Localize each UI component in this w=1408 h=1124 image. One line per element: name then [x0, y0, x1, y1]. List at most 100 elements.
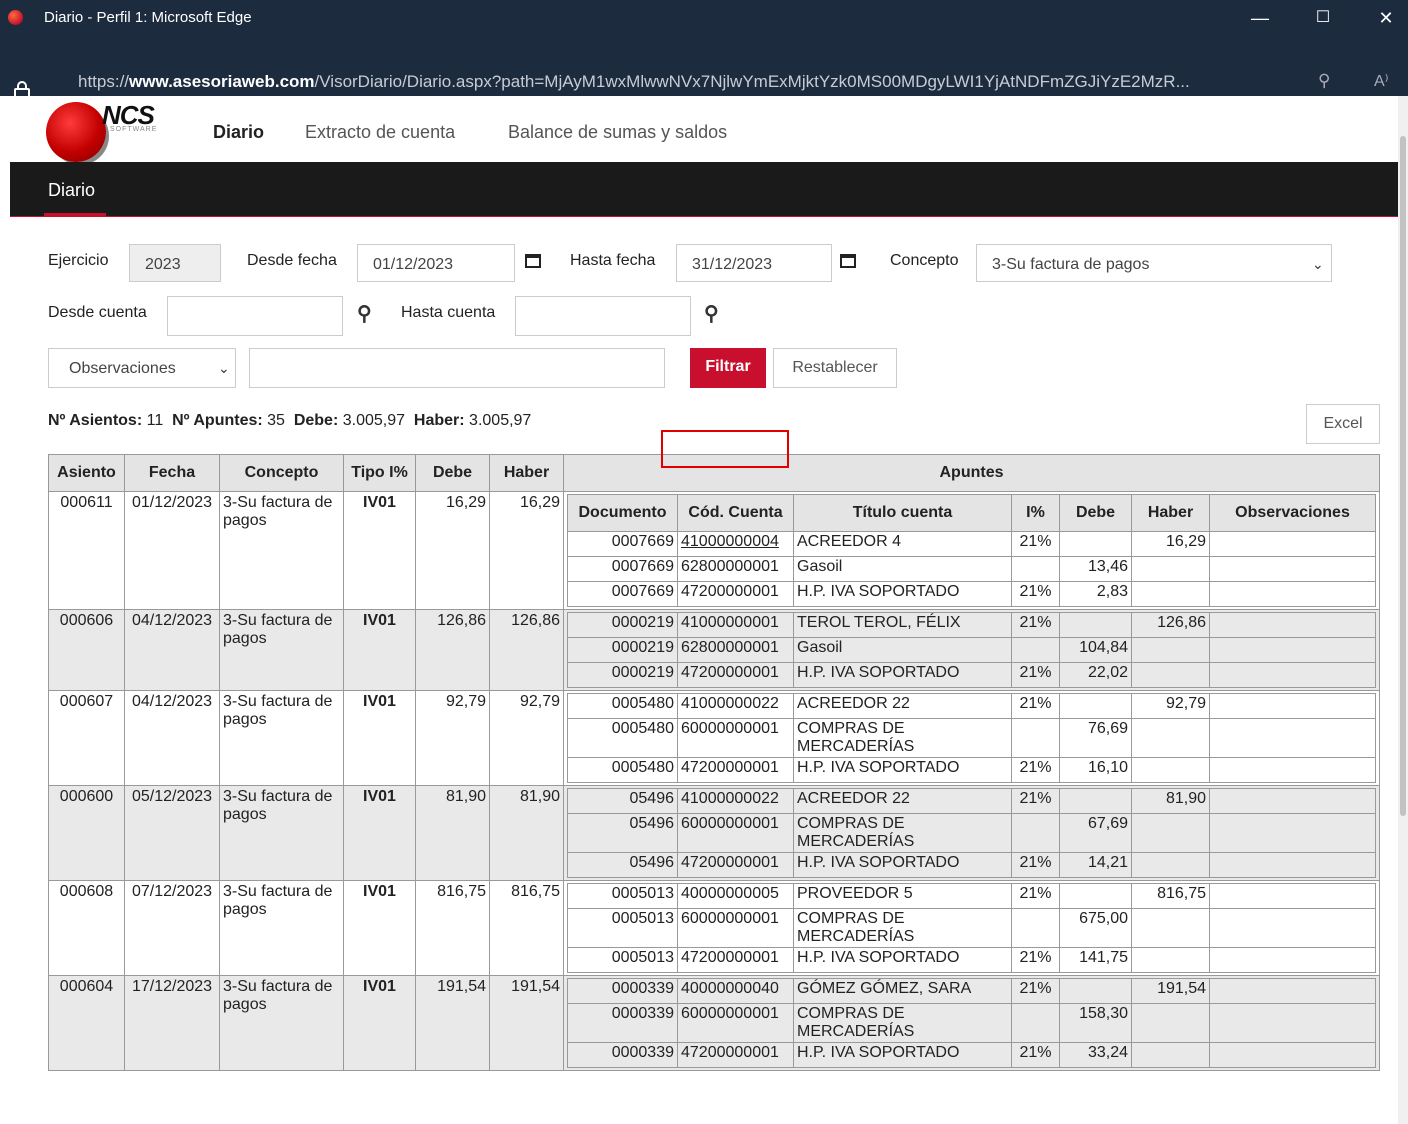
- apunte-cuenta[interactable]: 60000000001: [677, 813, 794, 853]
- close-button[interactable]: ✕: [1366, 4, 1406, 32]
- apunte-titulo: H.P. IVA SOPORTADO: [793, 852, 1012, 878]
- read-aloud-icon[interactable]: A⁾: [1374, 71, 1389, 91]
- excel-button[interactable]: Excel: [1306, 404, 1380, 444]
- apunte-haber: [1131, 757, 1210, 783]
- apunte-cuenta[interactable]: 47200000001: [677, 1042, 794, 1068]
- calendar-icon[interactable]: [525, 254, 541, 268]
- apuntes-header[interactable]: Observaciones: [1209, 494, 1376, 532]
- apunte-cuenta[interactable]: 41000000001: [677, 612, 794, 638]
- apunte-doc: 0005013: [567, 908, 678, 948]
- apunte-row: 0000219 41000000001 TEROL TEROL, FÉLIX 21% 1…: [567, 612, 1376, 638]
- search-icon[interactable]: ⚲: [704, 301, 719, 326]
- cell-haber: 816,75: [489, 880, 564, 976]
- ejercicio-field[interactable]: 2023: [129, 244, 221, 282]
- cell-debe: 126,86: [415, 609, 490, 691]
- apuntes-header[interactable]: Documento: [567, 494, 678, 532]
- apunte-obs: [1209, 788, 1376, 814]
- observaciones-input[interactable]: [249, 348, 665, 388]
- apunte-cuenta[interactable]: 41000000004: [677, 531, 794, 557]
- apunte-cuenta[interactable]: 41000000022: [677, 693, 794, 719]
- col-haber[interactable]: Haber: [489, 454, 564, 492]
- apunte-iva: 21%: [1011, 757, 1060, 783]
- apunte-row: 05496 60000000001 COMPRAS DE MERCADERÍAS 67…: [567, 813, 1376, 853]
- desde-cuenta-field[interactable]: [167, 296, 343, 336]
- apunte-cuenta[interactable]: 47200000001: [677, 581, 794, 607]
- hasta-fecha-field[interactable]: 31/12/2023: [676, 244, 832, 282]
- apunte-obs: [1209, 718, 1376, 758]
- col-debe[interactable]: Debe: [415, 454, 490, 492]
- scrollbar[interactable]: [1398, 96, 1408, 1124]
- col-asiento[interactable]: Asiento: [48, 454, 125, 492]
- col-concepto[interactable]: Concepto: [219, 454, 344, 492]
- apuntes-header[interactable]: Título cuenta: [793, 494, 1012, 532]
- chevron-down-icon[interactable]: ⌄: [1312, 256, 1324, 273]
- apunte-cuenta[interactable]: 47200000001: [677, 947, 794, 973]
- desde-fecha-field[interactable]: 01/12/2023: [357, 244, 515, 282]
- hasta-cuenta-label: Hasta cuenta: [401, 304, 496, 321]
- maximize-button[interactable]: ☐: [1303, 4, 1343, 32]
- apunte-row: 0005013 40000000005 PROVEEDOR 5 21% 816,75: [567, 883, 1376, 909]
- apunte-cuenta[interactable]: 41000000022: [677, 788, 794, 814]
- apunte-iva: 21%: [1011, 852, 1060, 878]
- cell-tipo: IV01: [343, 785, 416, 881]
- apunte-cuenta[interactable]: 62800000001: [677, 637, 794, 663]
- apunte-titulo: COMPRAS DE MERCADERÍAS: [793, 908, 1012, 948]
- apunte-cuenta[interactable]: 40000000040: [677, 978, 794, 1004]
- apunte-cuenta[interactable]: 60000000001: [677, 908, 794, 948]
- apunte-cuenta[interactable]: 47200000001: [677, 852, 794, 878]
- restablecer-button[interactable]: Restablecer: [773, 348, 897, 388]
- apunte-obs: [1209, 852, 1376, 878]
- address-bar[interactable]: https://www.asesoriaweb.com/VisorDiario/…: [0, 36, 1408, 103]
- apuntes-header[interactable]: Haber: [1131, 494, 1210, 532]
- apuntes-table: 0000339 40000000040 GÓMEZ GÓMEZ, SARA 21% 19…: [567, 978, 1376, 1068]
- search-icon[interactable]: ⚲: [357, 301, 372, 326]
- apunte-obs: [1209, 531, 1376, 557]
- summary-stats: Nº Asientos: 11 Nº Apuntes: 35 Debe: 3.0…: [48, 412, 532, 429]
- url-text[interactable]: https://www.asesoriaweb.com/VisorDiario/…: [78, 72, 1308, 92]
- apunte-obs: [1209, 1003, 1376, 1043]
- nav-extracto[interactable]: Extracto de cuenta: [305, 122, 455, 143]
- apunte-cuenta[interactable]: 60000000001: [677, 1003, 794, 1043]
- apunte-debe: 22,02: [1059, 662, 1132, 688]
- apunte-cuenta[interactable]: 62800000001: [677, 556, 794, 582]
- ncs-logo-icon[interactable]: [46, 102, 106, 162]
- apunte-titulo: COMPRAS DE MERCADERÍAS: [793, 813, 1012, 853]
- hasta-cuenta-field[interactable]: [515, 296, 691, 336]
- apuntes-header[interactable]: Cód. Cuenta: [677, 494, 794, 532]
- filtrar-button[interactable]: Filtrar: [690, 348, 766, 388]
- apunte-titulo: COMPRAS DE MERCADERÍAS: [793, 718, 1012, 758]
- apunte-cuenta[interactable]: 47200000001: [677, 757, 794, 783]
- cell-debe: 92,79: [415, 690, 490, 786]
- apunte-cuenta[interactable]: 60000000001: [677, 718, 794, 758]
- chevron-down-icon[interactable]: ⌄: [218, 360, 230, 377]
- apuntes-header[interactable]: I%: [1011, 494, 1060, 532]
- apunte-iva: [1011, 908, 1060, 948]
- calendar-icon[interactable]: [840, 254, 856, 268]
- apuntes-cell: Documento Cód. Cuenta Título cuenta I% Debe H…: [563, 491, 1380, 610]
- nav-balance[interactable]: Balance de sumas y saldos: [508, 122, 727, 143]
- concepto-select[interactable]: 3-Su factura de pagos: [976, 244, 1332, 282]
- apunte-cuenta[interactable]: 40000000005: [677, 883, 794, 909]
- apunte-obs: [1209, 757, 1376, 783]
- apunte-cuenta[interactable]: 47200000001: [677, 662, 794, 688]
- cell-asiento: 000611: [48, 491, 125, 610]
- zoom-icon[interactable]: ⚲: [1318, 71, 1330, 91]
- cell-tipo: IV01: [343, 975, 416, 1071]
- observaciones-select[interactable]: Observaciones: [48, 348, 236, 388]
- apunte-debe: [1059, 788, 1132, 814]
- logo-subtext: SOFTWARE: [110, 126, 158, 133]
- apunte-debe: [1059, 693, 1132, 719]
- apunte-row: 0000339 40000000040 GÓMEZ GÓMEZ, SARA 21% 19…: [567, 978, 1376, 1004]
- diario-table: Asiento Fecha Concepto Tipo I% Debe Habe…: [48, 454, 1380, 1071]
- cell-debe: 16,29: [415, 491, 490, 610]
- minimize-button[interactable]: —: [1240, 4, 1280, 32]
- nav-diario[interactable]: Diario: [213, 122, 264, 143]
- cell-debe: 816,75: [415, 880, 490, 976]
- scrollbar-thumb[interactable]: [1400, 136, 1406, 816]
- col-tipo[interactable]: Tipo I%: [343, 454, 416, 492]
- cell-concepto: 3-Su factura de pagos: [219, 975, 344, 1071]
- apuntes-header[interactable]: Debe: [1059, 494, 1132, 532]
- col-fecha[interactable]: Fecha: [124, 454, 220, 492]
- apunte-doc: 0000219: [567, 612, 678, 638]
- section-header: Diario: [10, 162, 1398, 216]
